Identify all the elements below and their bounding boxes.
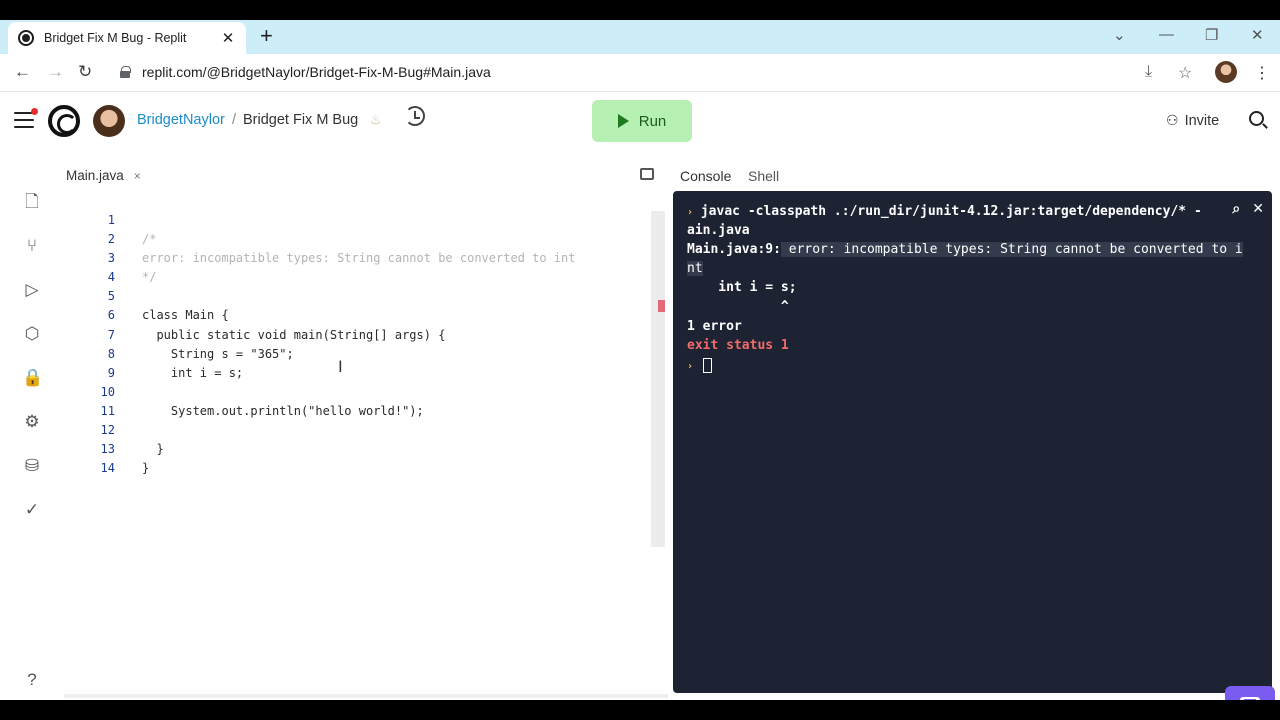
chat-icon <box>1240 697 1260 700</box>
code-line: 3 error: incompatible types: String canno… <box>107 251 576 266</box>
browser-profile-avatar[interactable] <box>1215 61 1237 83</box>
terminal-line-command-wrap: ain.java <box>687 223 750 238</box>
terminal-input-prompt[interactable]: › <box>687 356 713 376</box>
left-sidebar-rail: 🗋 ⑂ ▷ ⬡ 🔒 ⚙ ⛁ ✓ ? <box>0 150 64 700</box>
code-line: 5 <box>107 289 115 304</box>
code-line: 13 } <box>100 442 164 457</box>
lock-icon <box>120 66 131 78</box>
install-icon[interactable]: ⤓ <box>1145 63 1152 81</box>
terminal-line-command: › javac -classpath .:/run_dir/junit-4.12… <box>687 204 1202 219</box>
replit-header: BridgetNaylor / Bridget Fix M Bug ♨ Run … <box>0 92 1280 150</box>
code-line: 8 String s = "365"; <box>107 346 294 361</box>
code-editor-pane: Main.java × 1 2/* 3 error: incompatible t… <box>64 150 668 698</box>
editor-scrollbar[interactable] <box>651 211 665 547</box>
breadcrumb-separator: / <box>232 112 237 128</box>
user-avatar[interactable] <box>93 105 125 137</box>
reload-icon[interactable]: ↻ <box>78 63 92 81</box>
terminal-search-icon[interactable]: ⌕ <box>1232 201 1240 217</box>
run-button[interactable]: Run <box>592 100 692 142</box>
code-line: 11 System.out.println("hello world!"); <box>100 403 424 418</box>
mouse-ibeam-cursor-icon: I <box>338 357 343 376</box>
code-line: 10 <box>100 384 115 399</box>
minimize-icon[interactable]: — <box>1159 26 1174 43</box>
url-text: replit.com/@BridgetNaylor/Bridget-Fix-M-… <box>142 64 491 80</box>
prompt-icon: › <box>687 207 694 218</box>
notification-dot <box>31 108 38 115</box>
breadcrumb-repl-name[interactable]: Bridget Fix M Bug <box>243 112 358 128</box>
code-line: 1 <box>107 213 115 227</box>
terminal-line-error-wrap: nt <box>687 261 703 276</box>
settings-gear-icon[interactable]: ⚙ <box>22 412 42 432</box>
clear-console-icon[interactable]: ✕ <box>1252 201 1264 217</box>
code-line: 9 int i = s; <box>107 365 244 380</box>
prompt-icon: › <box>687 361 694 372</box>
invite-label: Invite <box>1184 112 1220 129</box>
terminal-output[interactable]: ⌕ ✕ › javac -classpath .:/run_dir/junit-… <box>673 191 1275 700</box>
java-language-icon: ♨ <box>370 112 382 127</box>
code-line: 12 <box>100 423 115 438</box>
code-line: 6 class Main { <box>107 308 229 323</box>
hamburger-menu-icon[interactable] <box>14 108 38 128</box>
tab-shell[interactable]: Shell <box>748 168 779 184</box>
code-line: 4 */ <box>107 270 157 285</box>
breadcrumb-username[interactable]: BridgetNaylor <box>137 112 225 128</box>
code-area[interactable]: 1 2/* 3 error: incompatible types: String… <box>64 211 654 478</box>
run-label: Run <box>638 112 667 130</box>
console-pane: Console Shell ⌕ ✕ › javac -classpath .:/… <box>670 150 1280 700</box>
chat-support-button[interactable] <box>1225 686 1275 700</box>
address-bar-row: ← → ↻ replit.com/@BridgetNaylor/Bridget-… <box>0 54 1280 92</box>
tab-console[interactable]: Console <box>680 168 731 184</box>
terminal-line-caret: ^ <box>687 299 789 314</box>
code-line: 14} <box>100 461 150 476</box>
secrets-lock-icon[interactable]: 🔒 <box>22 368 43 388</box>
database-icon[interactable]: ⛁ <box>22 456 42 476</box>
close-window-icon[interactable]: ✕ <box>1251 26 1264 44</box>
browser-tab-title: Bridget Fix M Bug - Replit <box>44 31 187 45</box>
play-icon <box>617 114 629 128</box>
restore-icon[interactable]: ❐ <box>1205 26 1218 44</box>
code-line: 2/* <box>107 232 157 247</box>
terminal-line-code: int i = s; <box>687 280 797 295</box>
editor-horizontal-scrollbar[interactable] <box>64 694 668 698</box>
replit-favicon-icon <box>18 30 34 46</box>
back-icon[interactable]: ← <box>14 63 31 81</box>
terminal-line-error: Main.java:9: error: incompatible types: … <box>687 242 1243 257</box>
version-control-icon[interactable]: ⑂ <box>22 236 42 256</box>
replit-logo-icon[interactable] <box>48 105 80 137</box>
file-tab-label: Main.java <box>66 168 124 183</box>
url-field[interactable]: replit.com/@BridgetNaylor/Bridget-Fix-M-… <box>120 64 491 80</box>
packages-icon[interactable]: ⬡ <box>22 324 42 344</box>
history-icon[interactable] <box>405 106 425 126</box>
help-icon[interactable]: ? <box>22 670 42 690</box>
files-icon[interactable]: 🗋 <box>22 192 42 212</box>
editor-options-icon[interactable] <box>640 168 654 180</box>
terminal-toolbar: ⌕ ✕ <box>1232 201 1264 217</box>
browser-tab-strip: Bridget Fix M Bug - Replit ✕ + ⌄ — ❐ ✕ <box>0 20 1280 54</box>
editor-file-tab[interactable]: Main.java × <box>66 168 141 183</box>
invite-button[interactable]: ⚇ Invite <box>1166 112 1219 129</box>
close-file-tab-icon[interactable]: × <box>134 169 141 183</box>
terminal-line-exit-status: exit status 1 <box>687 338 789 353</box>
terminal-line-error-count: 1 error <box>687 319 742 334</box>
new-tab-icon[interactable]: + <box>260 25 273 47</box>
error-marker <box>658 300 665 312</box>
code-line: 7 public static void main(String[] args)… <box>107 327 446 342</box>
add-person-icon: ⚇ <box>1166 112 1179 128</box>
forward-icon[interactable]: → <box>47 63 64 81</box>
browser-tab[interactable]: Bridget Fix M Bug - Replit ✕ <box>8 22 246 54</box>
unit-tests-check-icon[interactable]: ✓ <box>22 500 42 520</box>
terminal-cursor <box>703 358 713 373</box>
debugger-icon[interactable]: ▷ <box>22 280 42 300</box>
browser-menu-icon[interactable]: ⋮ <box>1254 63 1270 83</box>
search-icon[interactable] <box>1249 111 1264 126</box>
bookmark-star-icon[interactable]: ☆ <box>1178 63 1192 83</box>
close-tab-icon[interactable]: ✕ <box>220 29 236 47</box>
tab-search-chevron-icon[interactable]: ⌄ <box>1113 26 1126 44</box>
